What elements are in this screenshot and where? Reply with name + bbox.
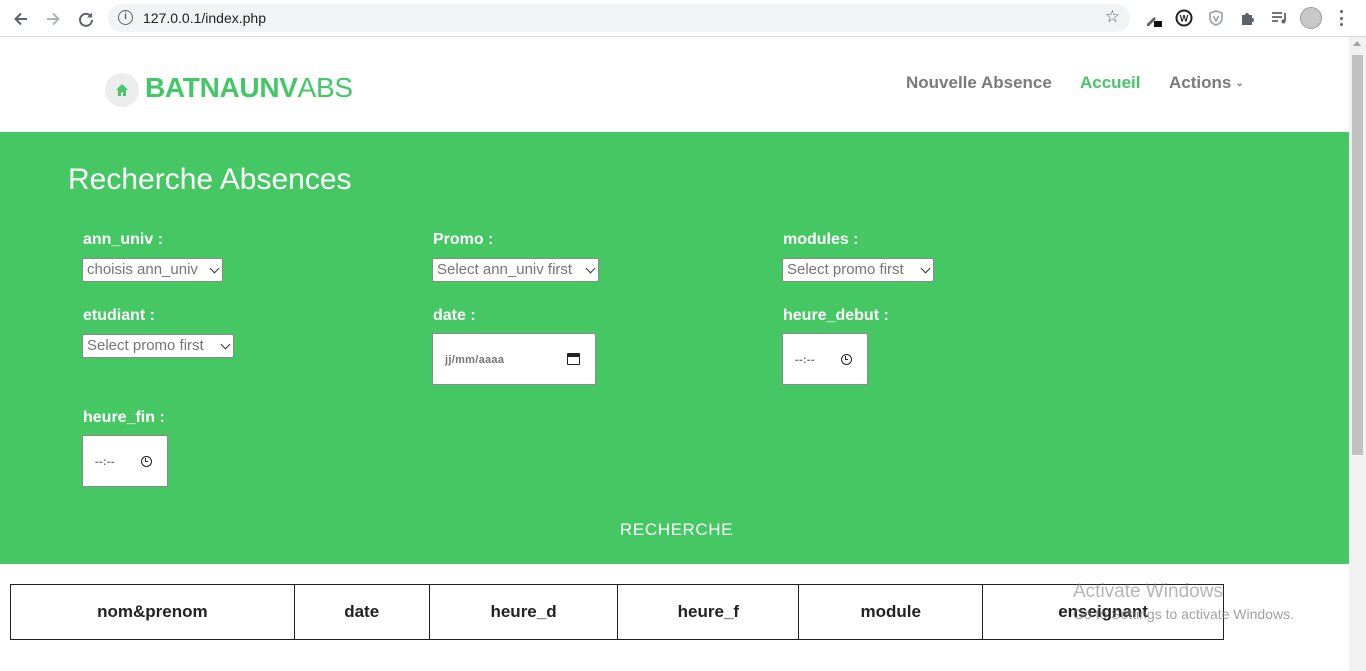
results-table: nom&prenom date heure_d heure_f module e… [10, 584, 1224, 640]
search-panel: Recherche Absences ann_univ : choisis an… [0, 132, 1349, 564]
promo-label: Promo : [433, 231, 494, 248]
scroll-up-arrow-icon[interactable] [1353, 41, 1361, 46]
etudiant-label: etudiant : [83, 307, 155, 324]
reload-icon[interactable] [74, 7, 98, 31]
home-logo-icon[interactable] [105, 73, 139, 107]
activate-windows-subtitle: Go to Settings to activate Windows. [1073, 606, 1294, 622]
extensions-puzzle-icon[interactable] [1237, 8, 1257, 28]
site-logo[interactable]: BATNAUNVABS [145, 72, 353, 104]
column-header: heure_f [617, 584, 800, 640]
nav-accueil[interactable]: Accueil [1080, 73, 1140, 93]
heure-fin-label: heure_fin : [83, 409, 165, 426]
address-bar-url: 127.0.0.1/index.php [143, 10, 266, 26]
modules-select-value: Select promo first [787, 261, 904, 278]
chevron-down-icon [220, 339, 231, 350]
shield-extension-icon[interactable] [1206, 8, 1226, 28]
column-header: nom&prenom [10, 584, 295, 640]
page-scrollbar[interactable] [1349, 37, 1366, 671]
logo-light-text: ABS [297, 72, 353, 103]
page-content: BATNAUNVABS Nouvelle Absence Accueil Act… [0, 37, 1349, 671]
chevron-down-icon [585, 263, 596, 274]
column-header: date [293, 584, 430, 640]
clock-icon[interactable] [141, 456, 152, 467]
modules-label: modules : [783, 231, 859, 248]
chevron-down-icon: ⌄ [1235, 78, 1244, 89]
date-input[interactable]: jj/mm/aaaa [432, 333, 596, 385]
table-header-row: nom&prenom date heure_d heure_f module e… [10, 584, 1224, 640]
profile-avatar[interactable] [1300, 7, 1322, 29]
heure-debut-placeholder: --:-- [795, 354, 815, 366]
modules-select[interactable]: Select promo first [782, 258, 934, 282]
page-title: Recherche Absences [68, 163, 352, 196]
back-icon[interactable] [9, 7, 33, 31]
calendar-icon[interactable] [567, 353, 580, 365]
logo-bold-text: BATNAUNV [145, 72, 298, 103]
recherche-button[interactable]: RECHERCHE [620, 520, 733, 540]
column-header: module [798, 584, 984, 640]
etudiant-select-value: Select promo first [87, 337, 204, 354]
promo-select[interactable]: Select ann_univ first [432, 258, 599, 282]
scrollbar-thumb[interactable] [1352, 55, 1363, 455]
nav-actions-label: Actions [1169, 73, 1232, 92]
etudiant-select[interactable]: Select promo first [82, 334, 234, 358]
ann-univ-label: ann_univ : [83, 231, 164, 248]
site-header: BATNAUNVABS Nouvelle Absence Accueil Act… [0, 37, 1349, 132]
heure-fin-placeholder: --:-- [95, 456, 115, 468]
address-bar[interactable]: i 127.0.0.1/index.php ☆ [108, 4, 1130, 32]
date-label: date : [433, 307, 476, 324]
media-control-icon[interactable] [1269, 8, 1289, 28]
browser-menu-icon[interactable] [1336, 8, 1346, 28]
eyedropper-extension-icon[interactable] [1143, 8, 1163, 28]
chevron-down-icon [209, 263, 220, 274]
site-info-icon[interactable]: i [118, 10, 133, 25]
nav-actions[interactable]: Actions ⌄ [1169, 73, 1244, 93]
heure-debut-input[interactable]: --:-- [782, 333, 868, 385]
forward-icon[interactable] [41, 7, 65, 31]
heure-debut-label: heure_debut : [783, 307, 889, 324]
heure-fin-input[interactable]: --:-- [82, 435, 168, 487]
column-header: heure_d [428, 584, 619, 640]
wordpress-extension-icon[interactable]: W [1174, 8, 1194, 28]
ann-univ-select[interactable]: choisis ann_univ [82, 258, 223, 282]
svg-text:W: W [1180, 14, 1189, 24]
ann-univ-select-value: choisis ann_univ [87, 261, 198, 278]
date-input-placeholder: jj/mm/aaaa [445, 354, 505, 366]
activate-windows-title: Activate Windows [1073, 581, 1223, 602]
chevron-down-icon [920, 263, 931, 274]
browser-toolbar: i 127.0.0.1/index.php ☆ W [0, 0, 1366, 37]
bookmark-star-icon[interactable]: ☆ [1105, 7, 1120, 27]
promo-select-value: Select ann_univ first [437, 261, 573, 278]
clock-icon[interactable] [841, 354, 852, 365]
nav-nouvelle-absence[interactable]: Nouvelle Absence [906, 73, 1052, 93]
